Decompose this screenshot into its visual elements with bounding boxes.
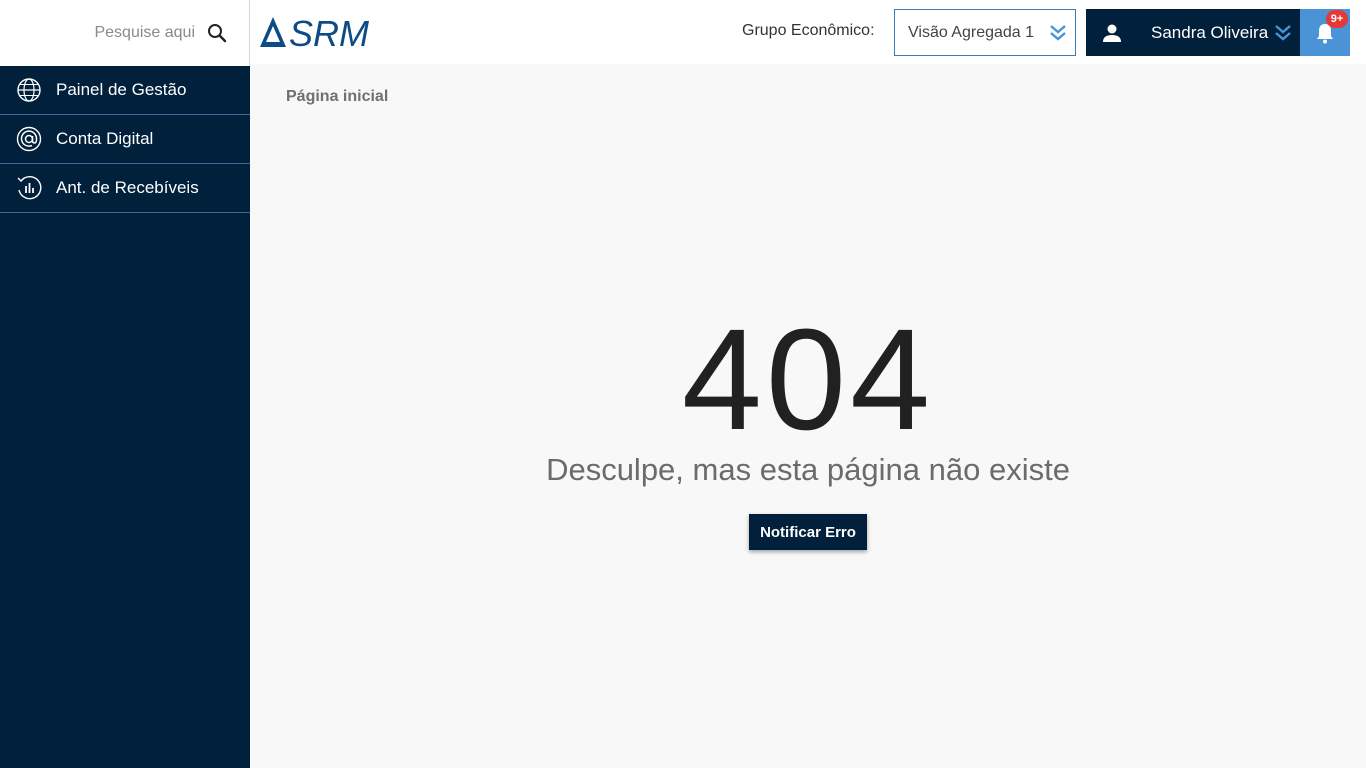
error-code: 404 [681, 299, 935, 460]
double-chevron-down-icon [1275, 24, 1291, 41]
logo-text: SRM [289, 14, 369, 50]
sidebar: Pesquise aqui Painel de Gestão Conta Dig… [0, 0, 250, 768]
globe-icon [17, 78, 41, 102]
top-header: SRM Grupo Econômico: Visão Agregada 1 Sa… [250, 0, 1366, 64]
user-name: Sandra Oliveira [1151, 22, 1269, 42]
sidebar-item-label: Conta Digital [56, 129, 154, 148]
sidebar-nav: Painel de Gestão Conta Digital Ant. de R… [0, 66, 250, 213]
sidebar-item-conta-digital[interactable]: Conta Digital [0, 115, 250, 164]
search-input[interactable]: Pesquise aqui [94, 24, 195, 42]
notification-badge: 9+ [1326, 10, 1348, 28]
sidebar-item-painel-de-gestao[interactable]: Painel de Gestão [0, 66, 250, 115]
group-label: Grupo Econômico: [742, 22, 875, 39]
sidebar-item-ant-de-recebiveis[interactable]: Ant. de Recebíveis [0, 164, 250, 213]
double-chevron-down-icon [1050, 24, 1066, 41]
user-menu[interactable]: Sandra Oliveira [1086, 9, 1300, 56]
search-box[interactable]: Pesquise aqui [0, 0, 250, 66]
group-select-value: Visão Agregada 1 [908, 23, 1035, 41]
at-sign-icon [16, 126, 42, 152]
breadcrumb[interactable]: Página inicial [286, 88, 388, 106]
srm-logo[interactable]: SRM [259, 14, 399, 50]
group-select[interactable]: Visão Agregada 1 [894, 9, 1076, 56]
error-message: Desculpe, mas esta página não existe [546, 452, 1070, 487]
notify-error-button[interactable]: Notificar Erro [749, 514, 867, 550]
history-chart-icon [17, 175, 42, 200]
user-icon [1103, 24, 1121, 42]
search-icon[interactable] [207, 23, 227, 43]
sidebar-item-label: Ant. de Recebíveis [56, 178, 199, 197]
sidebar-item-label: Painel de Gestão [56, 80, 187, 99]
